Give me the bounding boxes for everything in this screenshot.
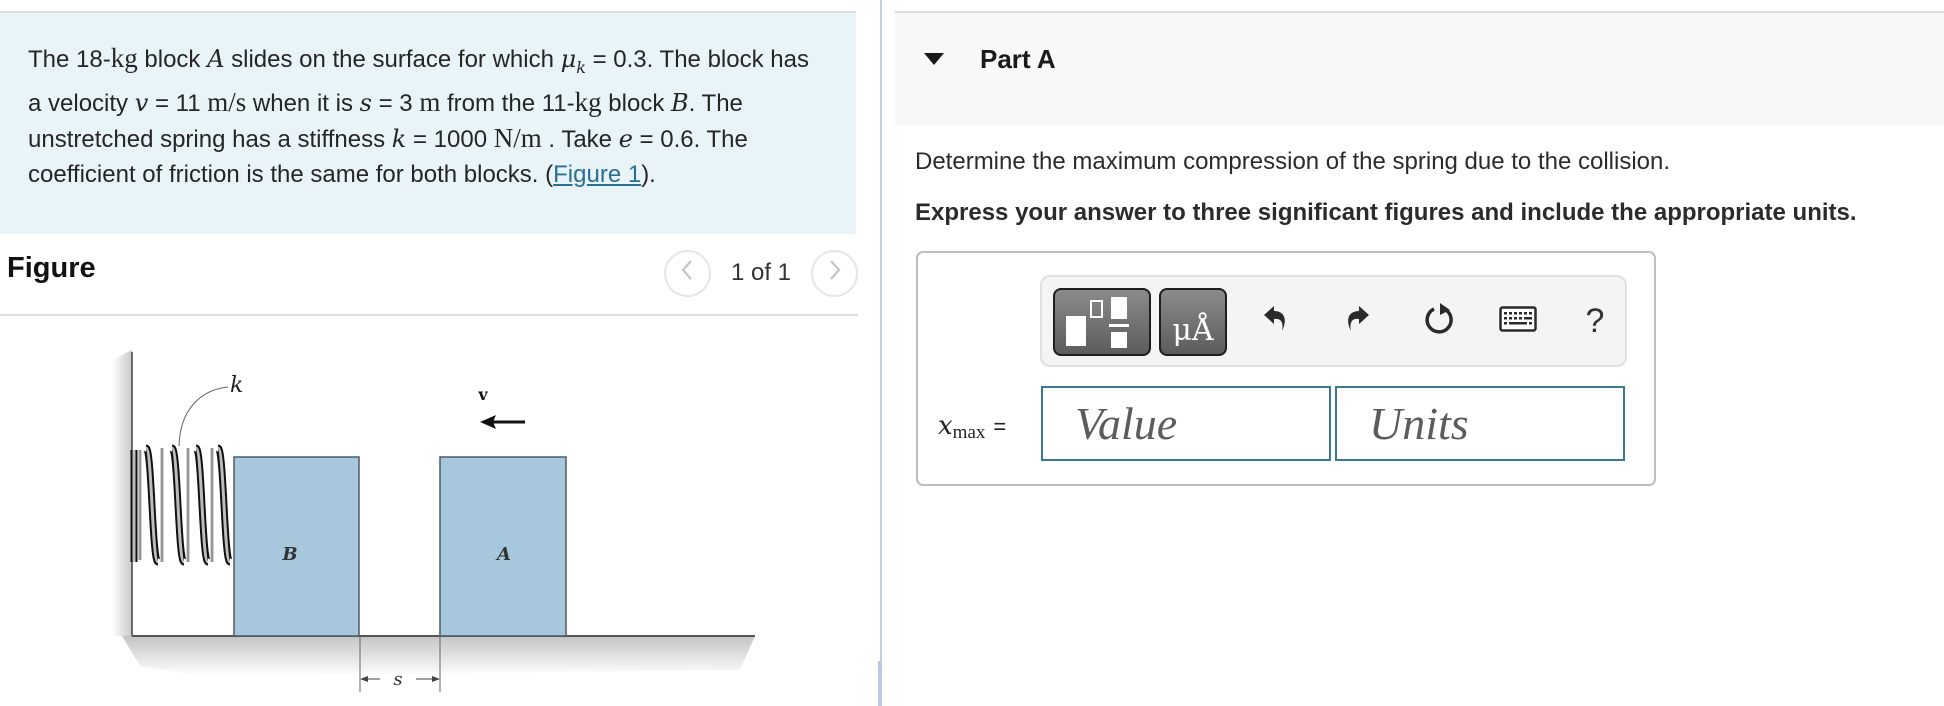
problem-text-segment: slides on the surface for which <box>224 46 561 73</box>
unit-symbol: kg <box>574 86 602 117</box>
figure-page-indicator: 1 of 1 <box>730 259 791 286</box>
label-block-b: B <box>281 544 297 565</box>
ground-shadow <box>122 636 755 676</box>
reset-icon <box>1422 301 1456 342</box>
math-toolbar: μÅ ? <box>1040 275 1627 367</box>
problem-statement: The 18-kg block A slides on the surface … <box>0 11 856 234</box>
pane-resize-handle[interactable] <box>878 661 882 706</box>
problem-pane: The 18-kg block A slides on the surface … <box>0 0 880 706</box>
k-leader-line <box>178 386 229 447</box>
undo-icon <box>1260 303 1290 340</box>
undo-button[interactable] <box>1252 297 1298 345</box>
figure-link[interactable]: Figure 1 <box>553 161 641 188</box>
block-spring-diagram: k B A v s <box>112 350 755 692</box>
problem-text-segment: block <box>137 46 208 73</box>
pane-divider[interactable] <box>880 0 882 706</box>
problem-text-segment: when it is <box>246 89 360 117</box>
problem-text-segment: = 1000 <box>406 125 494 153</box>
chevron-right-icon <box>828 258 842 289</box>
units-input[interactable] <box>1335 386 1625 461</box>
unit-symbol: N/m <box>493 122 542 153</box>
redo-icon <box>1343 303 1373 340</box>
figure-title: Figure <box>7 252 96 284</box>
label-v: v <box>477 385 488 404</box>
part-a-header[interactable]: Part A <box>895 11 1944 125</box>
previous-figure-button[interactable] <box>663 249 711 297</box>
unit-symbol: m/s <box>207 86 247 117</box>
help-icon: ? <box>1585 301 1605 340</box>
math-symbol: e <box>618 124 633 153</box>
units-button[interactable]: μÅ <box>1159 288 1227 356</box>
reset-button[interactable] <box>1416 297 1462 345</box>
problem-text-segment: ). <box>641 160 656 188</box>
question-text: Determine the maximum compression of the… <box>915 148 1671 175</box>
figure-image: k B A v s <box>100 340 760 706</box>
question-pane: Part A Determine the maximum compression… <box>895 0 1944 706</box>
chevron-left-icon <box>680 258 694 289</box>
unit-symbol: m <box>419 86 441 117</box>
label-k: k <box>230 373 243 398</box>
templates-button[interactable] <box>1053 288 1151 356</box>
units-label: μÅ <box>1172 313 1214 348</box>
part-title: Part A <box>980 44 1056 74</box>
math-symbol: A <box>207 45 225 73</box>
keyboard-button[interactable] <box>1495 297 1541 345</box>
math-symbol: μ <box>560 45 577 73</box>
math-symbol: k <box>391 124 407 153</box>
help-button[interactable]: ? <box>1572 297 1618 345</box>
value-input[interactable] <box>1041 386 1331 461</box>
keyboard-icon <box>1499 305 1537 337</box>
problem-text-segment: block <box>601 89 671 117</box>
spring <box>130 444 234 566</box>
wall-shadow <box>112 350 132 636</box>
answer-variable-label: xmax = <box>938 411 1007 443</box>
label-block-a: A <box>495 544 511 565</box>
redo-button[interactable] <box>1335 297 1381 345</box>
next-figure-button[interactable] <box>811 249 858 297</box>
problem-text-segment: from the 11- <box>440 89 575 117</box>
label-s: s <box>393 669 402 690</box>
problem-text-segment: . Take <box>541 125 619 153</box>
velocity-arrow-icon <box>480 415 525 429</box>
math-symbol: B <box>671 88 689 117</box>
problem-text-segment: = 3 <box>371 89 420 117</box>
figure-header: Figure 1 of 1 <box>0 246 858 316</box>
caret-down-icon[interactable] <box>924 53 944 65</box>
figure-pager: 1 of 1 <box>663 249 858 297</box>
answer-box: μÅ ? xmax = Value Units <box>916 251 1656 486</box>
math-subscript: k <box>576 57 586 77</box>
answer-instruction: Express your answer to three significant… <box>915 199 1857 226</box>
unit-symbol: kg <box>110 43 138 73</box>
problem-text-segment: The 18- <box>28 46 111 73</box>
math-symbol: v <box>134 88 149 117</box>
math-symbol: s <box>359 88 372 117</box>
problem-text-segment: = 11 <box>148 89 208 117</box>
